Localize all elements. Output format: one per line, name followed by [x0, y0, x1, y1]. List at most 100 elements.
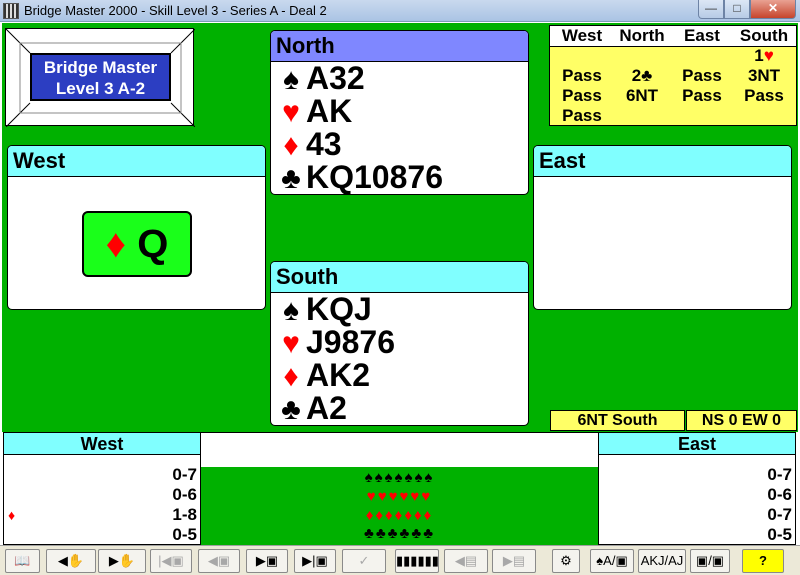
close-button[interactable]: ✕: [750, 0, 796, 19]
logo-label: Bridge Master Level 3 A-2: [30, 53, 171, 101]
south-hearts-row: ♥ J9876: [271, 324, 528, 361]
heart-icon: ♥: [282, 96, 300, 129]
west-hand-panel: West ♦ Q: [7, 145, 266, 310]
played-diamonds: ♦♦♦♦♦♦♦: [365, 507, 434, 524]
east-tally-title: East: [599, 433, 795, 455]
confirm-button[interactable]: ✓: [342, 549, 386, 573]
tally-row: ♦ 1-8: [4, 505, 200, 525]
north-diamonds-row: ♦ 43: [271, 126, 528, 163]
film-strip-icon[interactable]: ▮▮▮▮▮▮: [395, 549, 439, 573]
north-clubs-row: ♣ KQ10876: [271, 159, 528, 195]
bid-header-east: East: [684, 26, 720, 45]
tally-row: 0-6: [599, 485, 795, 505]
spade-icon: ♠: [283, 294, 299, 327]
logo-line-1: Bridge Master: [43, 58, 158, 77]
west-played-card: ♦ Q: [82, 211, 192, 277]
bidding-box: West North East South 1♥ Pass 2♣ Pass 3N…: [549, 25, 797, 126]
west-label: West: [8, 146, 265, 177]
bid-cell: Pass: [562, 106, 602, 125]
north-club-cards[interactable]: KQ10876: [306, 159, 443, 194]
logo-line-2: Level 3 A-2: [55, 79, 146, 98]
north-diamond-cards[interactable]: 43: [306, 126, 342, 162]
cards-view-toggle[interactable]: ▣/▣: [690, 549, 730, 573]
next-card-button[interactable]: ▶▣: [246, 549, 288, 573]
south-hand-panel: South ♠ KQJ ♥ J9876 ♦ AK2 ♣ A2: [270, 261, 529, 426]
bid-cell: Pass: [682, 86, 722, 105]
west-trick-tally: West 0-7 0-6 ♦ 1-8 0-5: [3, 432, 201, 545]
spade-view-toggle[interactable]: ♠A/▣: [590, 549, 634, 573]
diamond-icon: ♦: [8, 507, 16, 523]
tally-value: 0-7: [172, 465, 197, 484]
west-tally-title: West: [4, 433, 200, 455]
contract-label: 6NT South: [550, 410, 685, 431]
book-icon[interactable]: 📖: [5, 549, 40, 573]
bid-cell: 3NT: [747, 66, 781, 85]
app-icon[interactable]: [3, 3, 19, 19]
north-hearts-row: ♥ AK: [271, 93, 528, 130]
bid-header-west: West: [561, 26, 603, 45]
south-label: South: [271, 262, 528, 293]
trick-display-strip: [201, 432, 598, 467]
bid-cell: Pass: [744, 86, 784, 105]
south-club-cards[interactable]: A2: [306, 390, 347, 425]
last-card-button[interactable]: ▶|▣: [294, 549, 336, 573]
akj-toggle[interactable]: AKJ/AJ: [638, 549, 686, 573]
maximize-button[interactable]: □: [724, 0, 750, 19]
played-spades: ♠♠♠♠♠♠♠: [364, 469, 435, 486]
tally-row: 0-5: [4, 525, 200, 545]
bid-text: 1♥: [754, 46, 774, 65]
north-hand-panel: North ♠ A32 ♥ AK ♦ 43 ♣ KQ10876: [270, 30, 529, 195]
tally-value: 0-5: [172, 525, 197, 544]
spade-icon: ♠: [283, 63, 299, 96]
bid-text: 2♣: [631, 66, 653, 85]
bid-cell: Pass: [562, 66, 602, 85]
east-trick-tally: East 0-7 0-6 0-7 0-5: [598, 432, 796, 545]
bid-header-north: North: [619, 26, 665, 45]
prev-card-button[interactable]: ◀▣: [198, 549, 240, 573]
diamond-icon: ♦: [105, 222, 127, 266]
south-spade-cards[interactable]: KQJ: [306, 291, 372, 327]
heart-icon: ♥: [282, 327, 300, 360]
tally-value: 0-6: [172, 485, 197, 504]
bid-cell: Pass: [562, 86, 602, 105]
gear-icon[interactable]: ⚙: [552, 549, 580, 573]
back-hand-button[interactable]: ◀✋: [46, 549, 96, 573]
forward-hand-button[interactable]: ▶✋: [98, 549, 146, 573]
bid-header-south: South: [739, 26, 789, 45]
tally-row: 0-6: [4, 485, 200, 505]
window-title: Bridge Master 2000 - Skill Level 3 - Ser…: [24, 3, 327, 18]
logo: Bridge Master Level 3 A-2: [5, 28, 195, 127]
tally-value: 0-7: [767, 505, 792, 524]
bid-cell: 2♣: [612, 66, 672, 86]
diamond-icon: ♦: [283, 360, 299, 393]
south-diamond-cards[interactable]: AK2: [306, 357, 370, 393]
played-hearts: ♥♥♥♥♥♥: [366, 488, 433, 505]
tally-value: 0-5: [767, 525, 792, 544]
tally-value: 0-7: [767, 465, 792, 484]
tally-row: 0-7: [599, 465, 795, 485]
north-spades-row: ♠ A32: [271, 60, 528, 97]
north-label: North: [271, 31, 528, 62]
title-bar: Bridge Master 2000 - Skill Level 3 - Ser…: [0, 0, 800, 22]
east-label: East: [534, 146, 791, 177]
club-icon: ♣: [281, 162, 301, 195]
next-deal-button[interactable]: ▶▤: [492, 549, 536, 573]
tally-row: 0-7: [599, 505, 795, 525]
tally-value: 1-8: [172, 505, 197, 524]
played-card-rank: Q: [137, 222, 169, 266]
south-clubs-row: ♣ A2: [271, 390, 528, 426]
tally-row: 0-7: [4, 465, 200, 485]
north-spade-cards[interactable]: A32: [306, 60, 365, 96]
bid-cell: 6NT: [625, 86, 659, 105]
toolbar: 📖 ◀✋ ▶✋ |◀▣ ◀▣ ▶▣ ▶|▣ ✓ ▮▮▮▮▮▮ ◀▤ ▶▤ ⚙ ♠…: [0, 545, 800, 575]
first-card-button[interactable]: |◀▣: [150, 549, 192, 573]
bid-cell: 1♥: [734, 46, 794, 66]
south-heart-cards[interactable]: J9876: [306, 324, 395, 360]
club-icon: ♣: [281, 393, 301, 426]
north-heart-cards[interactable]: AK: [306, 93, 352, 129]
diamond-icon: ♦: [283, 129, 299, 162]
minimize-button[interactable]: —: [698, 0, 724, 19]
played-cards-pile: ♠♠♠♠♠♠♠ ♥♥♥♥♥♥ ♦♦♦♦♦♦♦ ♣♣♣♣♣♣: [201, 467, 598, 545]
prev-deal-button[interactable]: ◀▤: [444, 549, 488, 573]
help-button[interactable]: ?: [742, 549, 784, 573]
